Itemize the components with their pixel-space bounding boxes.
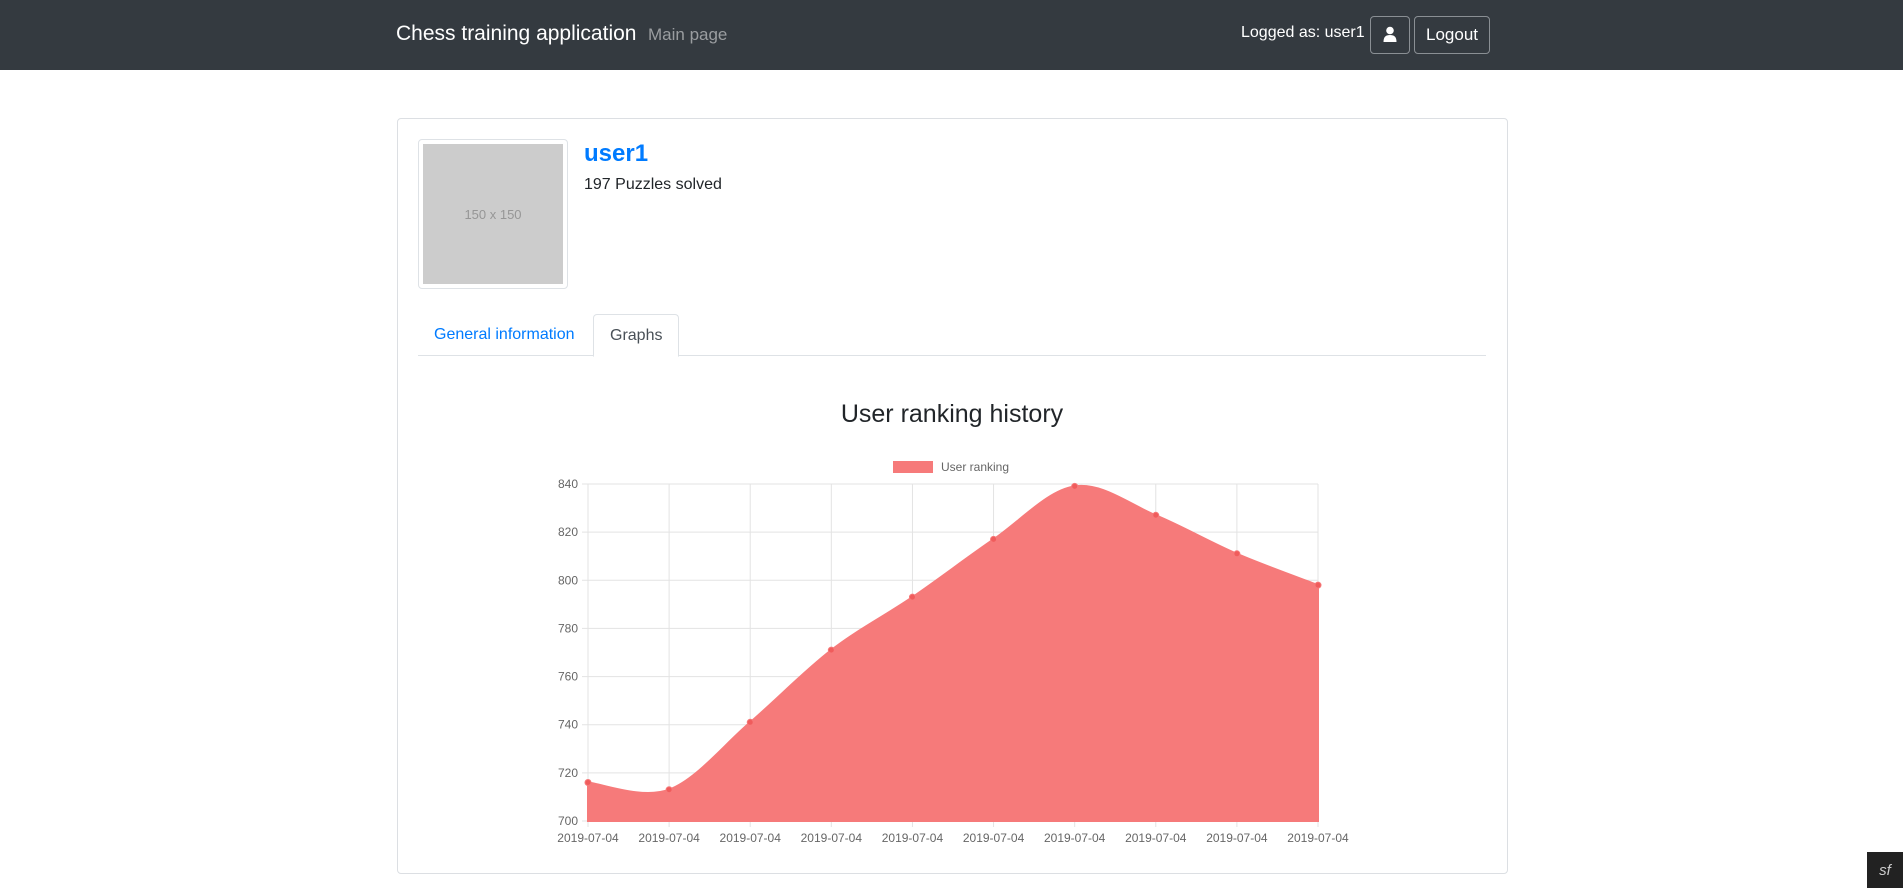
y-tick-label: 780 xyxy=(558,621,578,635)
app-brand[interactable]: Chess training application xyxy=(396,22,636,46)
legend-swatch xyxy=(893,461,933,473)
data-point xyxy=(908,593,916,601)
logged-as-text: Logged as: user1 xyxy=(1241,24,1365,41)
logout-button[interactable]: Logout xyxy=(1414,16,1490,54)
x-tick-label: 2019-07-04 xyxy=(963,831,1025,845)
data-point xyxy=(1233,550,1241,558)
y-tick-label: 800 xyxy=(558,573,578,587)
data-point xyxy=(1071,482,1079,490)
y-tick-label: 700 xyxy=(558,814,578,828)
x-tick-label: 2019-07-04 xyxy=(638,831,700,845)
profile-tabs: General information Graphs xyxy=(418,314,1486,357)
x-tick-label: 2019-07-04 xyxy=(1125,831,1187,845)
data-point xyxy=(1314,581,1322,589)
main-page-link[interactable]: Main page xyxy=(648,25,727,45)
user-icon xyxy=(1383,26,1397,42)
avatar: 150 x 150 xyxy=(418,139,568,289)
ranking-chart: 700 720 740 760 780 800 820 840 2019-07-04 2019-… xyxy=(557,460,1349,845)
ranking-area xyxy=(587,484,1319,822)
symfony-toolbar-badge[interactable]: sf xyxy=(1867,852,1903,888)
data-point xyxy=(584,778,592,786)
data-point xyxy=(665,786,673,794)
y-tick-label: 840 xyxy=(558,477,578,491)
avatar-placeholder: 150 x 150 xyxy=(423,144,563,284)
y-tick-label: 820 xyxy=(558,525,578,539)
username-link[interactable]: user1 xyxy=(584,140,648,168)
profile-button[interactable] xyxy=(1370,16,1410,54)
y-tick-label: 740 xyxy=(558,718,578,732)
x-tick-label: 2019-07-04 xyxy=(1287,831,1349,845)
data-point xyxy=(1152,511,1160,519)
chart-title: User ranking history xyxy=(840,400,1064,428)
x-tick-label: 2019-07-04 xyxy=(1206,831,1268,845)
navbar: Chess training application Main page Log… xyxy=(0,0,1903,70)
puzzles-solved-count: 197 Puzzles solved xyxy=(584,176,722,193)
x-tick-label: 2019-07-04 xyxy=(720,831,782,845)
x-tick-label: 2019-07-04 xyxy=(801,831,863,845)
data-point xyxy=(990,535,998,543)
data-point xyxy=(827,646,835,654)
x-tick-label: 2019-07-04 xyxy=(882,831,944,845)
y-tick-label: 720 xyxy=(558,766,578,780)
y-tick-label: 760 xyxy=(558,670,578,684)
symfony-icon: sf xyxy=(1879,861,1891,879)
tab-graphs[interactable]: Graphs xyxy=(593,314,680,357)
tab-general-information[interactable]: General information xyxy=(418,314,591,356)
x-tick-label: 2019-07-04 xyxy=(1044,831,1106,845)
x-tick-label: 2019-07-04 xyxy=(557,831,619,845)
legend-label: User ranking xyxy=(941,460,1009,474)
data-point xyxy=(746,718,754,726)
